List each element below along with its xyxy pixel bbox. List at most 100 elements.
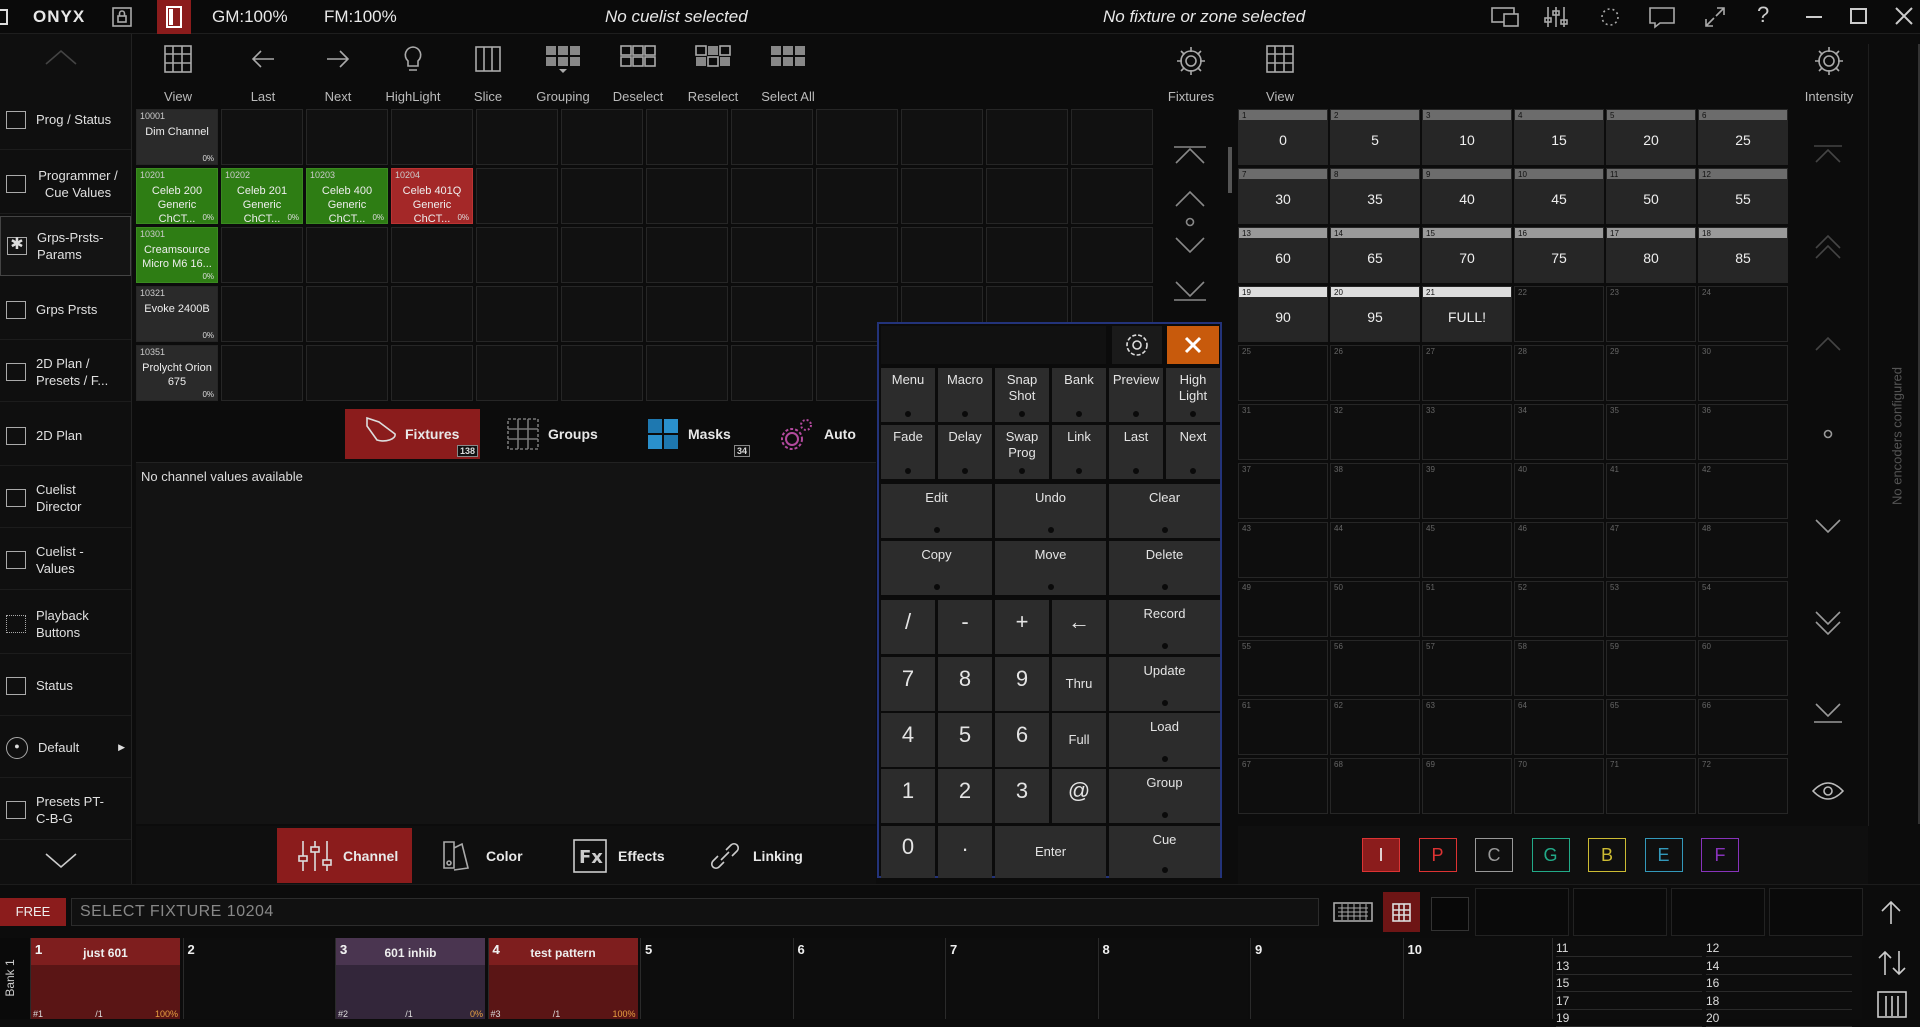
fixture-cell[interactable]: 10203 Celeb 400 Generic ChCT... 0% <box>306 168 388 225</box>
message-icon[interactable] <box>1648 5 1676 32</box>
empty-fixture-cell[interactable] <box>901 109 983 165</box>
empty-fixture-cell[interactable] <box>986 109 1068 165</box>
fixture-cell[interactable]: 10001 Dim Channel 0% <box>136 109 218 165</box>
playback-7[interactable]: 7 <box>945 938 1095 1019</box>
sidebar-item-2d-plan-presets[interactable]: 2D Plan / Presets / F... <box>0 342 131 402</box>
empty-intensity-preset[interactable]: 57 <box>1422 640 1512 696</box>
playback-6[interactable]: 6 <box>792 938 943 1019</box>
select-all-button[interactable]: Select All <box>753 44 823 108</box>
empty-intensity-preset[interactable]: 72 <box>1698 758 1788 814</box>
slice-button[interactable]: Slice <box>453 44 523 108</box>
empty-fixture-cell[interactable] <box>221 345 303 401</box>
empty-fixture-cell[interactable] <box>561 168 643 224</box>
playback-5[interactable]: 5 <box>640 938 790 1019</box>
mini-playback-14[interactable]: 14 <box>1706 959 1852 975</box>
empty-fixture-cell[interactable] <box>646 286 728 342</box>
maximize-icon[interactable] <box>1850 8 1867 24</box>
key-6[interactable]: 6 <box>995 713 1049 767</box>
keyboard-icon[interactable] <box>1333 902 1373 925</box>
empty-intensity-preset[interactable]: 47 <box>1606 522 1696 578</box>
empty-intensity-preset[interactable]: 48 <box>1698 522 1788 578</box>
empty-fixture-cell[interactable] <box>561 345 643 401</box>
empty-fixture-cell[interactable] <box>731 227 813 283</box>
playback-1[interactable]: 1 1 just 601 #1/1 100% <box>30 938 180 1019</box>
key-full[interactable]: Full <box>1052 713 1106 767</box>
sidebar-item-2d-plan[interactable]: 2D Plan <box>0 406 131 466</box>
empty-fixture-cell[interactable] <box>901 227 983 283</box>
empty-fixture-cell[interactable] <box>391 109 473 165</box>
key-9[interactable]: 9 <box>995 657 1049 711</box>
empty-fixture-cell[interactable] <box>221 109 303 165</box>
empty-intensity-preset[interactable]: 23 <box>1606 286 1696 342</box>
key-record[interactable]: Record <box>1109 600 1220 654</box>
color-filter-f[interactable]: F <box>1701 838 1739 872</box>
key-undo[interactable]: Undo <box>995 484 1106 538</box>
color-filter-p[interactable]: P <box>1418 838 1457 872</box>
intensity-preset[interactable]: 19 90 <box>1238 286 1328 342</box>
tab-color[interactable]: Color <box>440 828 540 883</box>
grand-master-readout[interactable]: GM:100% <box>212 7 288 27</box>
command-line-input[interactable]: SELECT FIXTURE 10204 <box>71 898 1319 926</box>
empty-fixture-cell[interactable] <box>306 286 388 342</box>
close-window-icon[interactable] <box>1893 5 1915 30</box>
reselect-button[interactable]: Reselect <box>678 44 748 108</box>
fullscreen-icon[interactable] <box>1703 5 1727 32</box>
intensity-preset[interactable]: 14 65 <box>1330 227 1420 283</box>
fixture-cell[interactable]: 10301 Creamsource Micro M6 16... 0% <box>136 227 218 283</box>
key-2[interactable]: 2 <box>938 769 992 823</box>
fixture-cell[interactable]: 10351 Prolycht Orion 675 0% <box>136 345 218 401</box>
sidebar-item-grps-prsts[interactable]: Grps Prsts <box>0 280 131 340</box>
key-thru[interactable]: Thru <box>1052 657 1106 711</box>
empty-fixture-cell[interactable] <box>646 168 728 224</box>
intensity-preset[interactable]: 9 40 <box>1422 168 1512 224</box>
key-macro[interactable]: Macro <box>938 368 992 422</box>
empty-intensity-preset[interactable]: 27 <box>1422 345 1512 401</box>
intensity-preset[interactable]: 10 45 <box>1514 168 1604 224</box>
empty-intensity-preset[interactable]: 56 <box>1330 640 1420 696</box>
key-5[interactable]: 5 <box>938 713 992 767</box>
intensity-preset[interactable]: 3 10 <box>1422 109 1512 165</box>
key-at[interactable]: @ <box>1052 769 1106 823</box>
empty-intensity-preset[interactable]: 37 <box>1238 463 1328 519</box>
intensity-preset[interactable]: 21 FULL! <box>1422 286 1512 342</box>
empty-intensity-preset[interactable]: 24 <box>1698 286 1788 342</box>
empty-fixture-cell[interactable] <box>476 109 558 165</box>
playback-3[interactable]: 3 3 601 inhib #2/1 0% <box>335 938 485 1019</box>
empty-fixture-cell[interactable] <box>731 168 813 224</box>
free-mode-button[interactable]: FREE <box>0 898 66 926</box>
key-3[interactable]: 3 <box>995 769 1049 823</box>
empty-intensity-preset[interactable]: 22 <box>1514 286 1604 342</box>
intensity-preset[interactable]: 6 25 <box>1698 109 1788 165</box>
view-button[interactable]: View <box>143 44 213 108</box>
empty-fixture-cell[interactable] <box>561 286 643 342</box>
mini-playback-13[interactable]: 13 <box>1556 959 1702 975</box>
fixture-cell[interactable]: 10202 Celeb 201 Generic ChCT... 0% <box>221 168 303 225</box>
mini-playback-15[interactable]: 15 <box>1556 976 1702 992</box>
swap-icon[interactable] <box>1876 947 1908 982</box>
empty-fixture-cell[interactable] <box>561 227 643 283</box>
empty-intensity-preset[interactable]: 58 <box>1514 640 1604 696</box>
intensity-preset[interactable]: 10 <box>1238 109 1328 165</box>
sidebar-item-playback-buttons[interactable]: Playback Buttons <box>0 594 131 654</box>
sidebar-item-status[interactable]: Status <box>0 656 131 716</box>
key-dot[interactable]: . <box>938 826 992 878</box>
mini-playback-19[interactable]: 19 <box>1556 1011 1702 1027</box>
intensity-settings-button[interactable]: Intensity <box>1794 44 1864 108</box>
empty-intensity-preset[interactable]: 62 <box>1330 699 1420 755</box>
key-8[interactable]: 8 <box>938 657 992 711</box>
empty-fixture-cell[interactable] <box>646 109 728 165</box>
key-group[interactable]: Group <box>1109 769 1220 823</box>
empty-intensity-preset[interactable]: 53 <box>1606 581 1696 637</box>
empty-intensity-preset[interactable]: 43 <box>1238 522 1328 578</box>
intensity-preset[interactable]: 4 15 <box>1514 109 1604 165</box>
key-divide[interactable]: / <box>881 600 935 654</box>
key-delay[interactable]: Delay <box>938 425 992 479</box>
sidebar-scroll-down-icon[interactable] <box>44 850 78 873</box>
playback-10[interactable]: 10 <box>1402 938 1553 1019</box>
empty-fixture-cell[interactable] <box>391 345 473 401</box>
scroll-top-icon[interactable] <box>1879 898 1903 929</box>
key-next[interactable]: Next <box>1166 425 1220 479</box>
intensity-preset[interactable]: 16 75 <box>1514 227 1604 283</box>
empty-fixture-cell[interactable] <box>986 227 1068 283</box>
empty-fixture-cell[interactable] <box>731 109 813 165</box>
